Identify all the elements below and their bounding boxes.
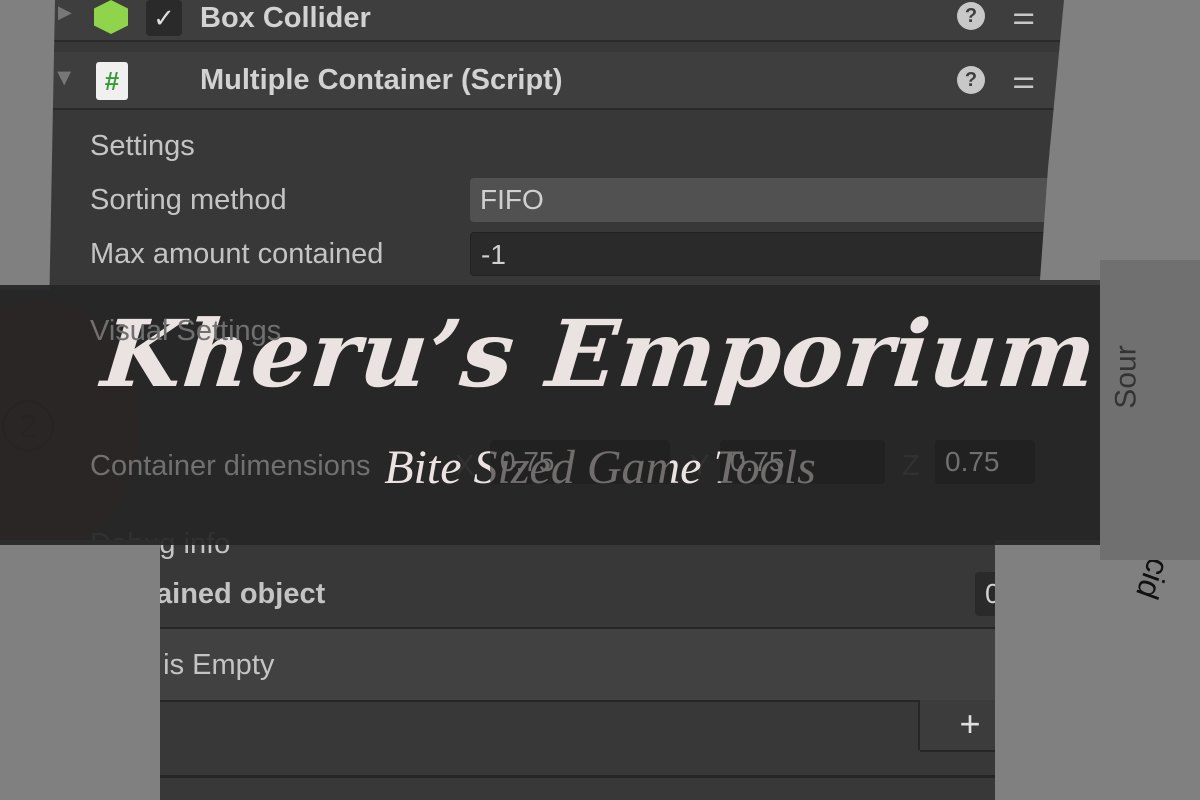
sorting-method-dropdown[interactable]: FIFO [470, 178, 1050, 222]
max-amount-input[interactable]: -1 [470, 232, 1050, 276]
component-header-box-collider[interactable]: ▶ ✓ Box Collider ? ⚌ ⋮ [0, 0, 1200, 42]
max-amount-label: Max amount contained [90, 238, 384, 270]
sour-label: Sour [1109, 345, 1143, 409]
expand-icon[interactable]: ▶ [54, 72, 75, 86]
container-dimensions-label: Container dimensions [90, 450, 371, 482]
script-icon: # [96, 62, 128, 100]
list-box: List is Empty [60, 627, 1060, 702]
settings-heading: Settings [90, 130, 195, 162]
component-title: Multiple Container (Script) [200, 64, 563, 96]
visual-settings-heading: Visual Settings [90, 315, 282, 347]
y-input[interactable]: 0.75 [720, 440, 885, 484]
torn-paper-right-bottom: Acid [995, 533, 1200, 800]
presets-icon[interactable]: ⚌ [1012, 0, 1035, 31]
list-footer [60, 700, 920, 750]
torn-paper-right-top [1040, 0, 1200, 280]
expand-icon[interactable]: ▶ [58, 2, 72, 23]
help-icon[interactable]: ? [957, 66, 985, 94]
component-title: Box Collider [200, 2, 371, 34]
scene-gray-object: Sour [1100, 260, 1200, 560]
enabled-checkbox[interactable]: ✓ [146, 0, 182, 36]
torn-paper-left-top [0, 0, 55, 290]
presets-icon[interactable]: ⚌ [1012, 64, 1035, 95]
x-input[interactable]: 0.75 [490, 440, 670, 484]
z-input[interactable]: 0.75 [935, 440, 1035, 484]
cube-icon [94, 0, 128, 34]
sorting-method-label: Sorting method [90, 184, 287, 216]
divider [60, 775, 1060, 778]
component-header-multiple-container[interactable]: ▶ # Multiple Container (Script) ? ⚌ [0, 52, 1200, 110]
help-icon[interactable]: ? [957, 2, 985, 30]
torn-paper-left-bottom [0, 540, 160, 800]
